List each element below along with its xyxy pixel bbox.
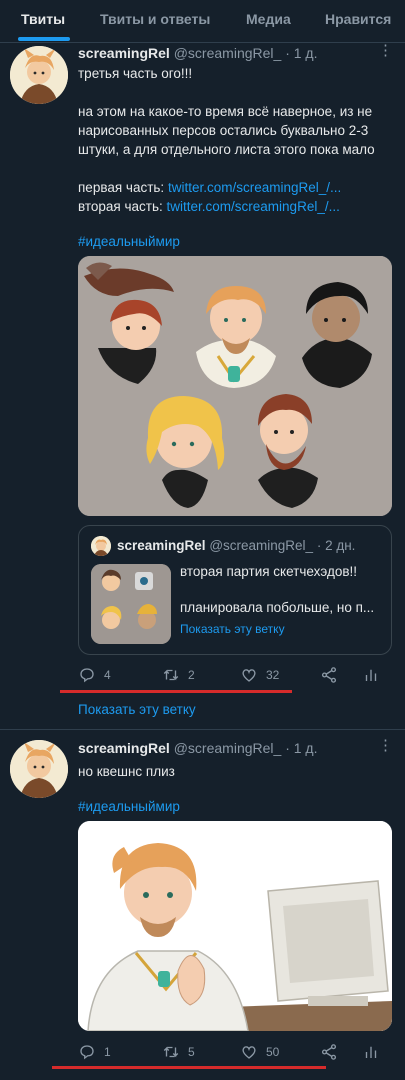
reply-count: 4: [104, 668, 111, 682]
quote-text: вторая партия скетчехэдов!!: [180, 564, 358, 579]
share-button[interactable]: [320, 666, 338, 684]
quote-author-handle: @screamingRel_: [209, 538, 314, 553]
highlight-underline: [60, 690, 292, 693]
first-part-label: первая часть:: [78, 180, 165, 195]
reply-button[interactable]: 1: [78, 1043, 111, 1061]
reply-button[interactable]: 4: [78, 666, 111, 684]
avatar[interactable]: [10, 46, 68, 104]
reply-count: 1: [104, 1045, 111, 1059]
share-icon: [321, 1044, 337, 1060]
tab-likes[interactable]: Нравится: [325, 0, 391, 42]
quoted-tweet[interactable]: screamingRel @screamingRel_ · 2 дн. втор…: [78, 525, 392, 655]
author-name[interactable]: screamingRel: [78, 45, 170, 61]
tweet-text: но квешнс плиз: [78, 764, 175, 779]
retweet-button[interactable]: 5: [162, 1043, 195, 1061]
tweet-text-line: вторая часть: twitter.com/screamingRel_/…: [78, 197, 340, 216]
retweet-count: 5: [188, 1045, 195, 1059]
like-button[interactable]: 32: [240, 666, 279, 684]
divider: [0, 729, 405, 730]
show-thread-link[interactable]: Показать эту ветку: [78, 700, 196, 719]
analytics-button[interactable]: [362, 666, 380, 684]
avatar[interactable]: [10, 740, 68, 798]
second-part-link[interactable]: twitter.com/screamingRel_/...: [167, 199, 340, 214]
quote-text: планировала побольше, но п...: [180, 600, 375, 615]
quote-thumbnail: [91, 564, 171, 644]
retweet-button[interactable]: 2: [162, 666, 195, 684]
quote-avatar: [91, 536, 111, 556]
like-icon: [242, 669, 256, 682]
tab-tweets-replies[interactable]: Твиты и ответы: [100, 0, 210, 42]
tweet-text-line: третья часть ого!!!: [78, 66, 193, 81]
retweet-icon: [163, 669, 179, 681]
analytics-icon: [365, 669, 377, 681]
like-count: 32: [266, 668, 280, 682]
tweet-text-line: штуки, а для отдельного листа этого пока…: [78, 142, 375, 157]
tab-tweets[interactable]: Твиты: [21, 0, 65, 42]
tweet-text-line: на этом на какое-то время всё наверное, …: [78, 104, 373, 119]
like-count: 50: [266, 1045, 280, 1059]
analytics-button[interactable]: [362, 1043, 380, 1061]
reply-icon: [80, 668, 94, 683]
second-part-label: вторая часть:: [78, 199, 163, 214]
tweet-text-line: первая часть: twitter.com/screamingRel_/…: [78, 178, 341, 197]
retweet-count: 2: [188, 668, 195, 682]
tweet-time[interactable]: · 1 д.: [285, 740, 317, 756]
like-icon: [242, 1046, 256, 1059]
tab-media[interactable]: Медиа: [246, 0, 291, 42]
profile-tabs: Твиты Твиты и ответы Медиа Нравится: [0, 0, 405, 43]
analytics-icon: [365, 1046, 377, 1058]
tweet-image[interactable]: [78, 821, 392, 1031]
quote-show-thread[interactable]: Показать эту ветку: [180, 622, 285, 636]
active-tab-indicator: [18, 37, 70, 41]
quote-time: · 2 дн.: [316, 538, 356, 553]
more-icon[interactable]: ⋮: [378, 43, 393, 58]
hashtag-link[interactable]: #идеальныймир: [78, 232, 180, 251]
author-handle[interactable]: @screamingRel_: [174, 45, 282, 61]
tweet-time[interactable]: · 1 д.: [285, 45, 317, 61]
quote-author-name: screamingRel: [117, 538, 206, 553]
author-name[interactable]: screamingRel: [78, 740, 170, 756]
hashtag-link[interactable]: #идеальныймир: [78, 797, 180, 816]
highlight-underline: [52, 1066, 326, 1069]
like-button[interactable]: 50: [240, 1043, 279, 1061]
reply-icon: [80, 1045, 94, 1060]
share-icon: [321, 667, 337, 683]
tweet-image[interactable]: [78, 256, 392, 516]
first-part-link[interactable]: twitter.com/screamingRel_/...: [168, 180, 341, 195]
tweet-text-line: нарисованных персов остались буквально 2…: [78, 123, 369, 138]
retweet-icon: [163, 1046, 179, 1058]
share-button[interactable]: [320, 1043, 338, 1061]
tweet-actions: 4 2 32: [78, 666, 392, 686]
author-handle[interactable]: @screamingRel_: [174, 740, 282, 756]
tweet-actions: 1 5 50: [78, 1043, 392, 1063]
more-icon[interactable]: ⋮: [378, 738, 393, 753]
